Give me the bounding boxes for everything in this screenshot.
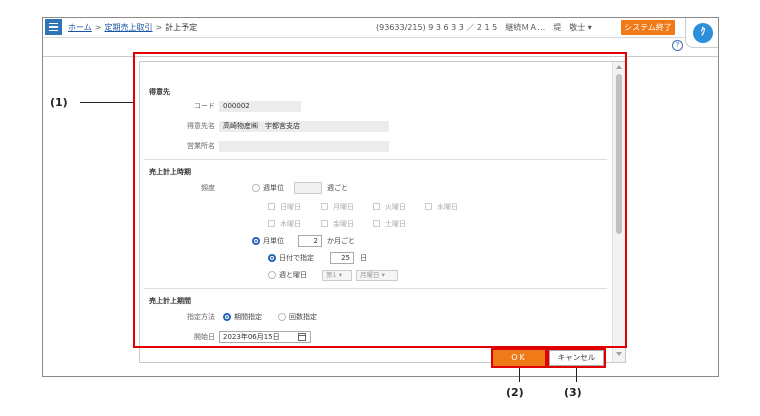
by-week-radio[interactable] bbox=[268, 271, 276, 279]
monday-label: 月曜日 bbox=[333, 203, 354, 211]
sunday-label: 日曜日 bbox=[280, 203, 301, 211]
callout-1: (1) bbox=[50, 96, 68, 109]
wednesday-checkbox[interactable] bbox=[425, 203, 432, 210]
tuesday-checkbox[interactable] bbox=[373, 203, 380, 210]
period-section-title: 売上計上期間 bbox=[149, 297, 191, 305]
customer-name-label: 得意先名 bbox=[187, 122, 215, 130]
thursday-checkbox[interactable] bbox=[268, 220, 275, 227]
customer-name-value: 高崎物産㈱ 宇都宮支店 bbox=[219, 121, 389, 132]
count-option-label: 回数指定 bbox=[289, 313, 317, 321]
method-label: 指定方法 bbox=[187, 313, 215, 321]
calendar-icon[interactable] bbox=[298, 333, 306, 341]
app-window: ホーム > 定期売上取引 > 計上予定 (93633/215) 9 3 6 3 3 ／ … bbox=[42, 17, 719, 377]
user-info-dropdown[interactable]: (93633/215) 9 3 6 3 3 ／ 2 1 5 継続ＭＡ… 堤 敬士… bbox=[376, 22, 592, 33]
office-name-value bbox=[219, 141, 389, 152]
code-label: コード bbox=[194, 102, 215, 110]
monthly-label: 月単位 bbox=[263, 237, 284, 245]
breadcrumb-separator: > bbox=[155, 23, 163, 32]
thursday-label: 木曜日 bbox=[280, 220, 301, 228]
sunday-checkbox[interactable] bbox=[268, 203, 275, 210]
callout-2-leader bbox=[519, 368, 520, 382]
weekly-label: 週単位 bbox=[263, 184, 284, 192]
timing-section-title: 売上計上時期 bbox=[149, 168, 191, 176]
section-divider bbox=[144, 159, 607, 160]
saturday-checkbox[interactable] bbox=[373, 220, 380, 227]
top-bar: ホーム > 定期売上取引 > 計上予定 (93633/215) 9 3 6 3 3 ／ … bbox=[43, 18, 718, 38]
breadcrumb-home-link[interactable]: ホーム bbox=[68, 23, 92, 32]
ok-button[interactable]: OK bbox=[493, 350, 545, 366]
weekly-radio[interactable] bbox=[252, 184, 260, 192]
assistant-avatar-icon[interactable]: ｸ bbox=[693, 23, 713, 43]
scroll-down-icon[interactable] bbox=[616, 352, 622, 356]
by-date-suffix: 日 bbox=[360, 254, 367, 262]
help-icon[interactable]: ? bbox=[672, 40, 683, 51]
week-number-value: 第1 bbox=[326, 271, 337, 279]
breadcrumb-separator: > bbox=[94, 23, 102, 32]
weekly-interval-input[interactable] bbox=[294, 182, 322, 194]
count-option-radio[interactable] bbox=[278, 313, 286, 321]
section-divider bbox=[144, 288, 607, 289]
by-date-label: 日付で指定 bbox=[279, 254, 314, 262]
scrollbar[interactable] bbox=[612, 62, 625, 362]
weekday-select[interactable]: 月曜日 ▾ bbox=[356, 270, 398, 281]
form-panel: 得意先 コード 000002 得意先名 高崎物産㈱ 宇都宮支店 営業所名 売上計… bbox=[139, 61, 626, 363]
saturday-label: 土曜日 bbox=[385, 220, 406, 228]
week-number-select[interactable]: 第1 ▾ bbox=[322, 270, 352, 281]
office-name-label: 営業所名 bbox=[187, 142, 215, 150]
start-date-label: 開始日 bbox=[194, 333, 215, 341]
monthly-radio[interactable] bbox=[252, 237, 260, 245]
wednesday-label: 水曜日 bbox=[437, 203, 458, 211]
friday-checkbox[interactable] bbox=[321, 220, 328, 227]
monthly-interval-input[interactable]: 2 bbox=[298, 235, 322, 247]
monday-checkbox[interactable] bbox=[321, 203, 328, 210]
weekly-suffix: 週ごと bbox=[327, 184, 348, 192]
by-date-radio[interactable] bbox=[268, 254, 276, 262]
monthly-suffix: か月ごと bbox=[327, 237, 355, 245]
code-value: 000002 bbox=[219, 101, 301, 112]
breadcrumb-parent-link[interactable]: 定期売上取引 bbox=[104, 23, 152, 32]
scroll-up-icon[interactable] bbox=[616, 65, 622, 69]
cancel-button[interactable]: キャンセル bbox=[549, 350, 604, 366]
assistant-tab[interactable]: ｸ bbox=[685, 18, 718, 48]
header-divider bbox=[43, 56, 718, 57]
weekday-value: 月曜日 bbox=[360, 271, 380, 279]
by-date-day-input[interactable]: 25 bbox=[330, 252, 354, 264]
breadcrumb-current: 計上予定 bbox=[165, 23, 198, 32]
hamburger-menu-icon[interactable] bbox=[45, 19, 62, 35]
callout-1-leader bbox=[80, 102, 133, 103]
system-end-button[interactable]: システム終了 bbox=[621, 20, 675, 35]
scrollbar-thumb[interactable] bbox=[616, 74, 622, 234]
callout-3: (3) bbox=[564, 386, 582, 399]
period-option-label: 期間指定 bbox=[234, 313, 262, 321]
callout-2: (2) bbox=[506, 386, 524, 399]
customer-section-title: 得意先 bbox=[149, 88, 170, 96]
tuesday-label: 火曜日 bbox=[385, 203, 406, 211]
breadcrumb: ホーム > 定期売上取引 > 計上予定 bbox=[68, 22, 197, 33]
frequency-label: 頻度 bbox=[201, 184, 215, 192]
by-week-label: 週と曜日 bbox=[279, 271, 307, 279]
friday-label: 金曜日 bbox=[333, 220, 354, 228]
period-option-radio[interactable] bbox=[223, 313, 231, 321]
callout-3-leader bbox=[576, 368, 577, 382]
